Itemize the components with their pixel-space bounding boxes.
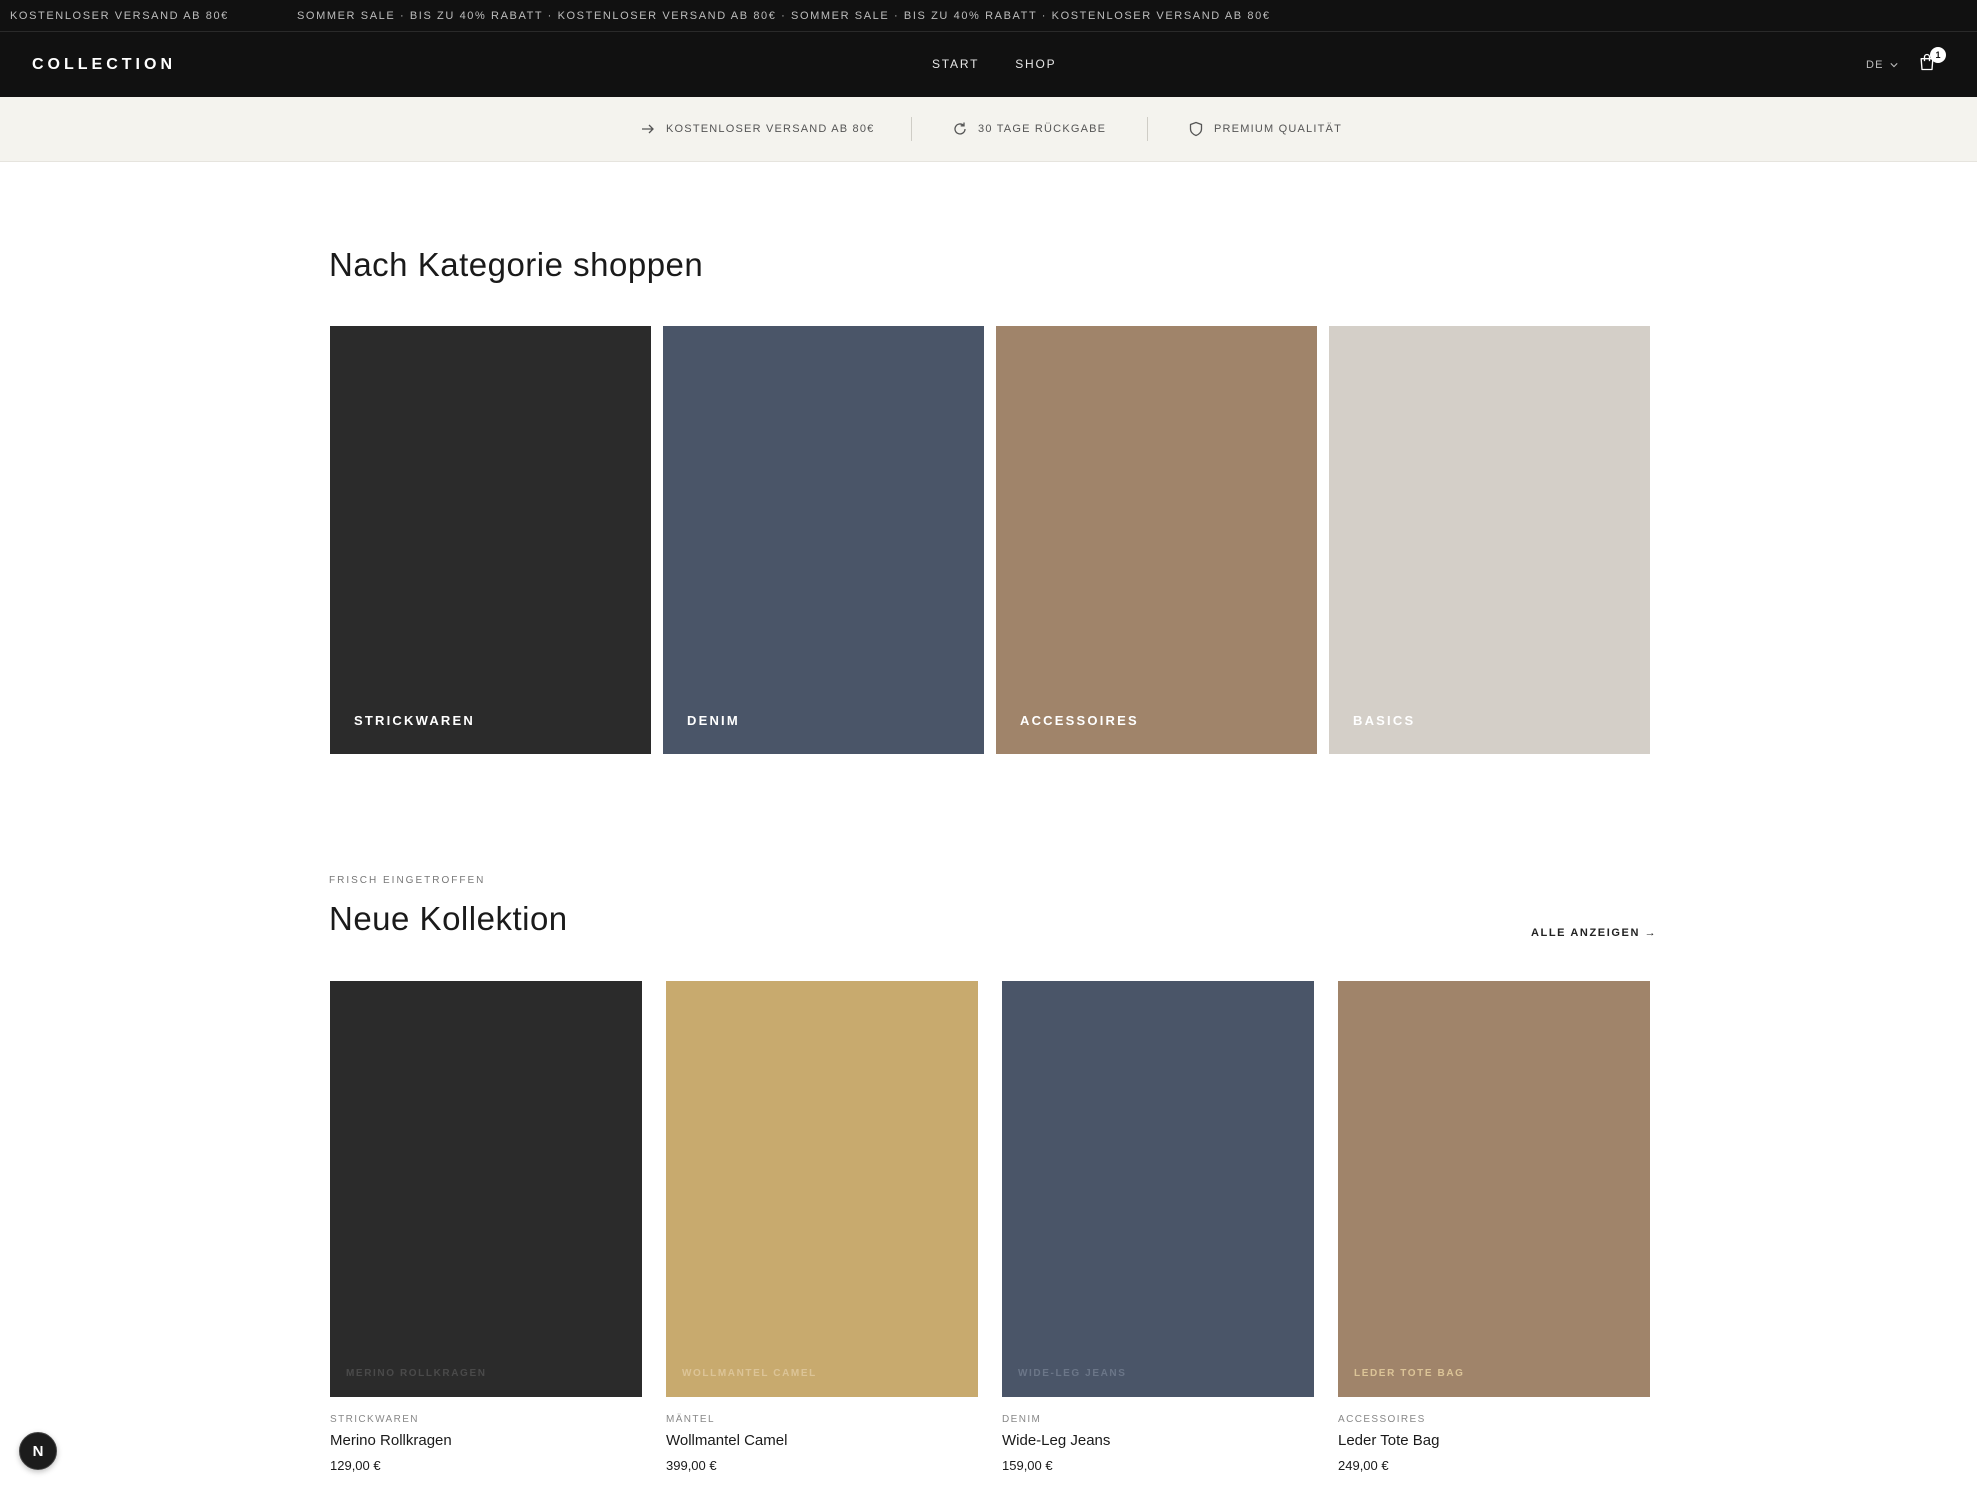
usp-label: PREMIUM QUALITÄT xyxy=(1214,123,1342,135)
product-card[interactable]: LEDER TOTE BAG ACCESSOIRES Leder Tote Ba… xyxy=(1338,981,1650,1473)
main-nav: START SHOP xyxy=(932,57,1056,71)
product-name[interactable]: Wide-Leg Jeans xyxy=(1002,1432,1314,1449)
refresh-icon xyxy=(954,122,966,135)
language-switcher[interactable]: DE xyxy=(1866,59,1898,71)
category-tile-strickwaren[interactable]: STRICKWAREN xyxy=(330,326,651,754)
product-name[interactable]: Wollmantel Camel xyxy=(666,1432,978,1449)
usp-item-shipping: KOSTENLOSER VERSAND AB 80€ xyxy=(640,121,875,137)
cart-count-badge: 1 xyxy=(1930,47,1946,63)
product-category: DENIM xyxy=(1002,1414,1042,1425)
shield-icon xyxy=(1189,121,1203,137)
product-category: ACCESSOIRES xyxy=(1338,1414,1426,1425)
product-category: MÄNTEL xyxy=(666,1414,715,1425)
product-name[interactable]: Leder Tote Bag xyxy=(1338,1432,1650,1449)
announcement-text-marquee: SOMMER SALE · BIS ZU 40% RABATT · KOSTEN… xyxy=(297,10,1271,22)
product-image[interactable]: LEDER TOTE BAG xyxy=(1338,981,1650,1397)
product-image-caption: WOLLMANTEL CAMEL xyxy=(682,1368,817,1379)
usp-label: KOSTENLOSER VERSAND AB 80€ xyxy=(666,123,875,135)
product-category: STRICKWAREN xyxy=(330,1414,419,1425)
cart-button[interactable]: 1 xyxy=(1917,47,1946,76)
nav-item-start[interactable]: START xyxy=(932,57,979,71)
announcement-bar: KOSTENLOSER VERSAND AB 80€ SOMMER SALE ·… xyxy=(0,0,1977,32)
product-card[interactable]: WOLLMANTEL CAMEL MÄNTEL Wollmantel Camel… xyxy=(666,981,978,1473)
category-tile-denim[interactable]: DENIM xyxy=(663,326,984,754)
language-label: DE xyxy=(1866,59,1884,71)
category-heading: Nach Kategorie shoppen xyxy=(329,246,704,283)
category-tile-accessoires[interactable]: ACCESSOIRES xyxy=(996,326,1317,754)
product-card[interactable]: MERINO ROLLKRAGEN STRICKWAREN Merino Rol… xyxy=(330,981,642,1473)
category-label: STRICKWAREN xyxy=(354,713,475,728)
product-price: 249,00 € xyxy=(1338,1458,1389,1473)
product-image[interactable]: WOLLMANTEL CAMEL xyxy=(666,981,978,1397)
product-name[interactable]: Merino Rollkragen xyxy=(330,1432,642,1449)
section-eyebrow: FRISCH EINGETROFFEN xyxy=(329,875,486,886)
product-image-caption: WIDE-LEG JEANS xyxy=(1018,1368,1127,1379)
logo[interactable]: COLLECTION xyxy=(32,56,176,74)
divider xyxy=(1147,117,1148,141)
nav-item-shop[interactable]: SHOP xyxy=(1015,57,1056,71)
category-label: DENIM xyxy=(687,713,740,728)
announcement-text: KOSTENLOSER VERSAND AB 80€ xyxy=(10,10,229,22)
product-price: 129,00 € xyxy=(330,1458,381,1473)
floating-n-badge[interactable]: N xyxy=(19,1432,57,1470)
new-collection-heading: Neue Kollektion xyxy=(329,900,568,937)
usp-item-quality: PREMIUM QUALITÄT xyxy=(1188,121,1342,137)
category-tile-basics[interactable]: BASICS xyxy=(1329,326,1650,754)
product-price: 399,00 € xyxy=(666,1458,717,1473)
arrow-right-icon xyxy=(642,124,654,134)
product-image-caption: MERINO ROLLKRAGEN xyxy=(346,1368,487,1379)
divider xyxy=(911,117,912,141)
product-card[interactable]: WIDE-LEG JEANS DENIM Wide-Leg Jeans 159,… xyxy=(1002,981,1314,1473)
product-image[interactable]: MERINO ROLLKRAGEN xyxy=(330,981,642,1397)
site-header: COLLECTION START SHOP DE 1 xyxy=(0,32,1977,97)
usp-bar: KOSTENLOSER VERSAND AB 80€ 30 TAGE RÜCKG… xyxy=(0,97,1977,162)
product-image-caption: LEDER TOTE BAG xyxy=(1354,1368,1465,1379)
usp-item-returns: 30 TAGE RÜCKGABE xyxy=(952,121,1106,137)
see-all-link[interactable]: ALLE ANZEIGEN → xyxy=(1531,927,1657,939)
category-label: BASICS xyxy=(1353,713,1416,728)
usp-label: 30 TAGE RÜCKGABE xyxy=(978,123,1107,135)
category-label: ACCESSOIRES xyxy=(1020,713,1139,728)
product-image[interactable]: WIDE-LEG JEANS xyxy=(1002,981,1314,1397)
product-price: 159,00 € xyxy=(1002,1458,1053,1473)
n-logo-icon: N xyxy=(32,1442,44,1460)
chevron-down-icon xyxy=(1890,63,1898,68)
